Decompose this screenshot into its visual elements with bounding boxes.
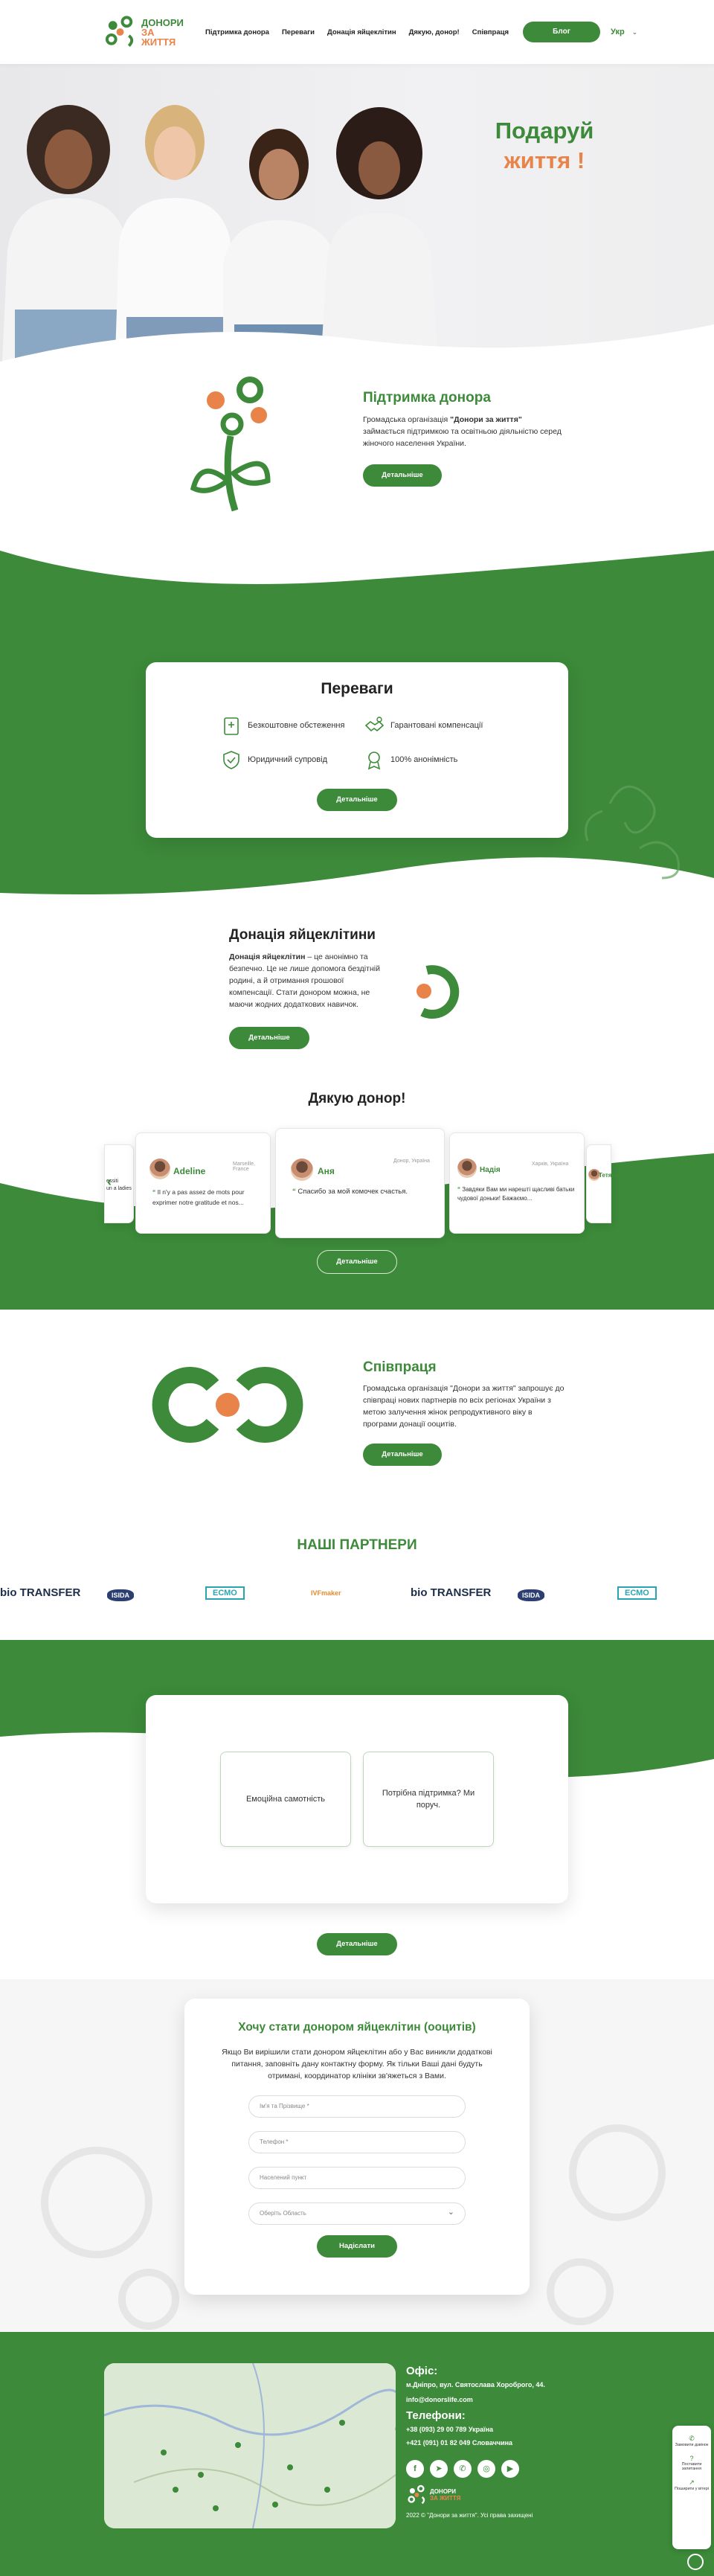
widget-question[interactable]: Поставити запитання [672, 2462, 711, 2471]
support-title: Підтримка донора [363, 390, 491, 406]
partner-logo[interactable]: ЕСМО [205, 1586, 245, 1600]
widget-callback[interactable]: Замовити дзвінок [672, 2443, 711, 2447]
instagram-icon[interactable]: ◎ [477, 2460, 495, 2478]
shield-icon [223, 751, 239, 769]
contact-widget: ✆ Замовити дзвінок ? Поставити запитання… [672, 2426, 711, 2549]
chat-icon[interactable] [687, 2554, 704, 2570]
cooperation-rings-icon [152, 1367, 303, 1443]
youtube-icon[interactable]: ▶ [501, 2460, 519, 2478]
nav-thanks[interactable]: Дякую, донор! [409, 28, 460, 36]
viber-icon[interactable]: ✆ [454, 2460, 472, 2478]
nav-cooperation[interactable]: Співпраця [472, 28, 509, 36]
carousel-next-icon[interactable]: › [598, 1174, 602, 1190]
advantage-item: Юридичний супровід [220, 749, 327, 771]
blog-button[interactable]: Блог [523, 22, 601, 42]
advantages-details-button[interactable]: Детальніше [317, 789, 397, 811]
partner-logo[interactable]: ЕСМО [617, 1586, 657, 1600]
office-address: м.Дніпро, вул. Святослава Хороброго, 44. [406, 2381, 545, 2388]
review-card[interactable]: Надія Харків, Україна “ Завдяки Вам ми н… [449, 1132, 585, 1234]
nav-advantages[interactable]: Переваги [282, 28, 315, 36]
review-text: “ Спасибо за мой комочек счастья. [292, 1188, 408, 1196]
submit-button[interactable]: Надіслати [317, 2235, 397, 2258]
review-card[interactable]: Adeline Marseille, France “ Il n'y a pas… [135, 1132, 271, 1234]
partner-logo[interactable]: ISIDA [518, 1589, 545, 1601]
site-header: ДОНОРИ ЗА ЖИТТЯ Підтримка донора Переваг… [0, 0, 714, 64]
phone-field[interactable]: Телефон * [248, 2131, 466, 2153]
chevron-down-icon[interactable]: ⌄ [632, 28, 638, 36]
avatar [291, 1159, 313, 1181]
telegram-icon[interactable]: ➤ [430, 2460, 448, 2478]
handshake-icon [364, 717, 385, 732]
footer-logo[interactable]: ДОНОРИ ЗА ЖИТТЯ [406, 2484, 460, 2506]
donation-title: Донація яйцеклітини [229, 927, 376, 943]
cooperation-details-button[interactable]: Детальніше [363, 1444, 442, 1466]
map-image [104, 2363, 396, 2528]
site-logo[interactable]: ДОНОРИ ЗА ЖИТТЯ [103, 10, 190, 54]
carousel-prev-icon[interactable]: ‹ [107, 1174, 112, 1190]
advantage-item: 100% анонімність [363, 749, 457, 771]
cooperation-title: Співпраця [363, 1359, 437, 1375]
phone-slovakia[interactable]: +421 (091) 01 82 049 Словаччина [406, 2439, 512, 2447]
facebook-icon[interactable]: f [406, 2460, 424, 2478]
donation-cell-icon [416, 965, 460, 1019]
widget-share[interactable]: Поширити у вітері [672, 2487, 711, 2491]
form-text: Якщо Ви вирішили стати донором яйцекліти… [222, 2048, 492, 2080]
avatar [457, 1159, 477, 1178]
donation-details-button[interactable]: Детальніше [229, 1027, 309, 1049]
logo-line1: ДОНОРИ [141, 16, 184, 28]
hero-wave-divider [0, 324, 714, 377]
support-box[interactable]: Потрібна підтримка? Ми поруч. [363, 1752, 494, 1847]
logo-line2: ЗА ЖИТТЯ [141, 26, 176, 48]
badge-icon [367, 752, 381, 770]
thanks-title: Дякую донор! [308, 1091, 406, 1106]
partner-logo[interactable]: bio TRANSFER [0, 1586, 80, 1599]
phone-icon[interactable]: ✆ [672, 2435, 711, 2443]
cooperation-text: Громадська організація "Донори за життя"… [363, 1384, 565, 1429]
advantages-title: Переваги [321, 680, 393, 697]
support-details-button[interactable]: Детальніше [363, 464, 442, 487]
logo-flower-icon [105, 16, 134, 48]
review-card-active[interactable]: Аня Донор, Україна “ Спасибо за мой комо… [275, 1128, 445, 1238]
language-selector[interactable]: Укр [611, 28, 625, 36]
office-email[interactable]: info@donorslife.com [406, 2396, 473, 2403]
review-text: “ Завдяки Вам ми нарешті щасливі батьки … [457, 1186, 575, 1202]
hero-title: Подаруй життя ! [470, 116, 619, 176]
partner-logo[interactable]: bio TRANSFER [411, 1586, 491, 1599]
main-nav: Підтримка донора Переваги Донація яйцекл… [205, 28, 521, 36]
office-title: Офіс: [406, 2365, 438, 2377]
partner-logo[interactable]: IVFmaker [311, 1589, 341, 1597]
logo-flower-icon [408, 2484, 425, 2505]
question-icon[interactable]: ? [672, 2455, 711, 2462]
emotions-card: Емоційна самотність Потрібна підтримка? … [146, 1695, 568, 1903]
phone-ukraine[interactable]: +38 (093) 29 00 789 Україна [406, 2426, 493, 2433]
city-field[interactable]: Населений пункт [248, 2167, 466, 2189]
office-map[interactable] [104, 2363, 396, 2528]
donation-text: Донація яйцеклітин – це анонімно та безп… [229, 952, 380, 1009]
hero-title-line2: життя ! [504, 147, 585, 173]
support-flower-icon [190, 377, 271, 512]
nav-support[interactable]: Підтримка донора [205, 28, 269, 36]
share-icon[interactable]: ↗ [672, 2479, 711, 2487]
hero-banner: Подаруй життя ! [0, 64, 714, 377]
partners-title: НАШІ ПАРТНЕРИ [297, 1537, 417, 1553]
avatar [149, 1159, 170, 1179]
review-text: “ Il n'y a pas assez de mots pour exprim… [152, 1188, 245, 1206]
region-select[interactable]: Оберіть Область [248, 2202, 466, 2225]
name-field[interactable]: Ім'я та Прізвище * [248, 2095, 466, 2118]
form-title: Хочу стати донором яйцеклітин (ооцитів) [238, 2021, 476, 2034]
advantage-item: Безкоштовне обстеження [220, 714, 344, 737]
thanks-details-button[interactable]: Детальніше [317, 1250, 397, 1274]
partner-logo[interactable]: ISIDA [107, 1589, 135, 1601]
nav-donation[interactable]: Донація яйцеклітин [327, 28, 396, 36]
copyright: 2022 © "Донори за життя". Усі права захи… [406, 2512, 533, 2519]
hero-title-line1: Подаруй [495, 118, 594, 144]
emotions-box[interactable]: Емоційна самотність [220, 1752, 351, 1847]
advantages-card: Переваги Безкоштовне обстеження Гарантов… [146, 662, 568, 838]
support-text: Громадська організація "Донори за життя"… [363, 415, 562, 448]
phones-title: Телефони: [406, 2409, 466, 2422]
clipboard-icon [224, 717, 239, 735]
advantage-item: Гарантовані компенсації [363, 714, 483, 737]
emotions-details-button[interactable]: Детальніше [317, 1933, 397, 1955]
